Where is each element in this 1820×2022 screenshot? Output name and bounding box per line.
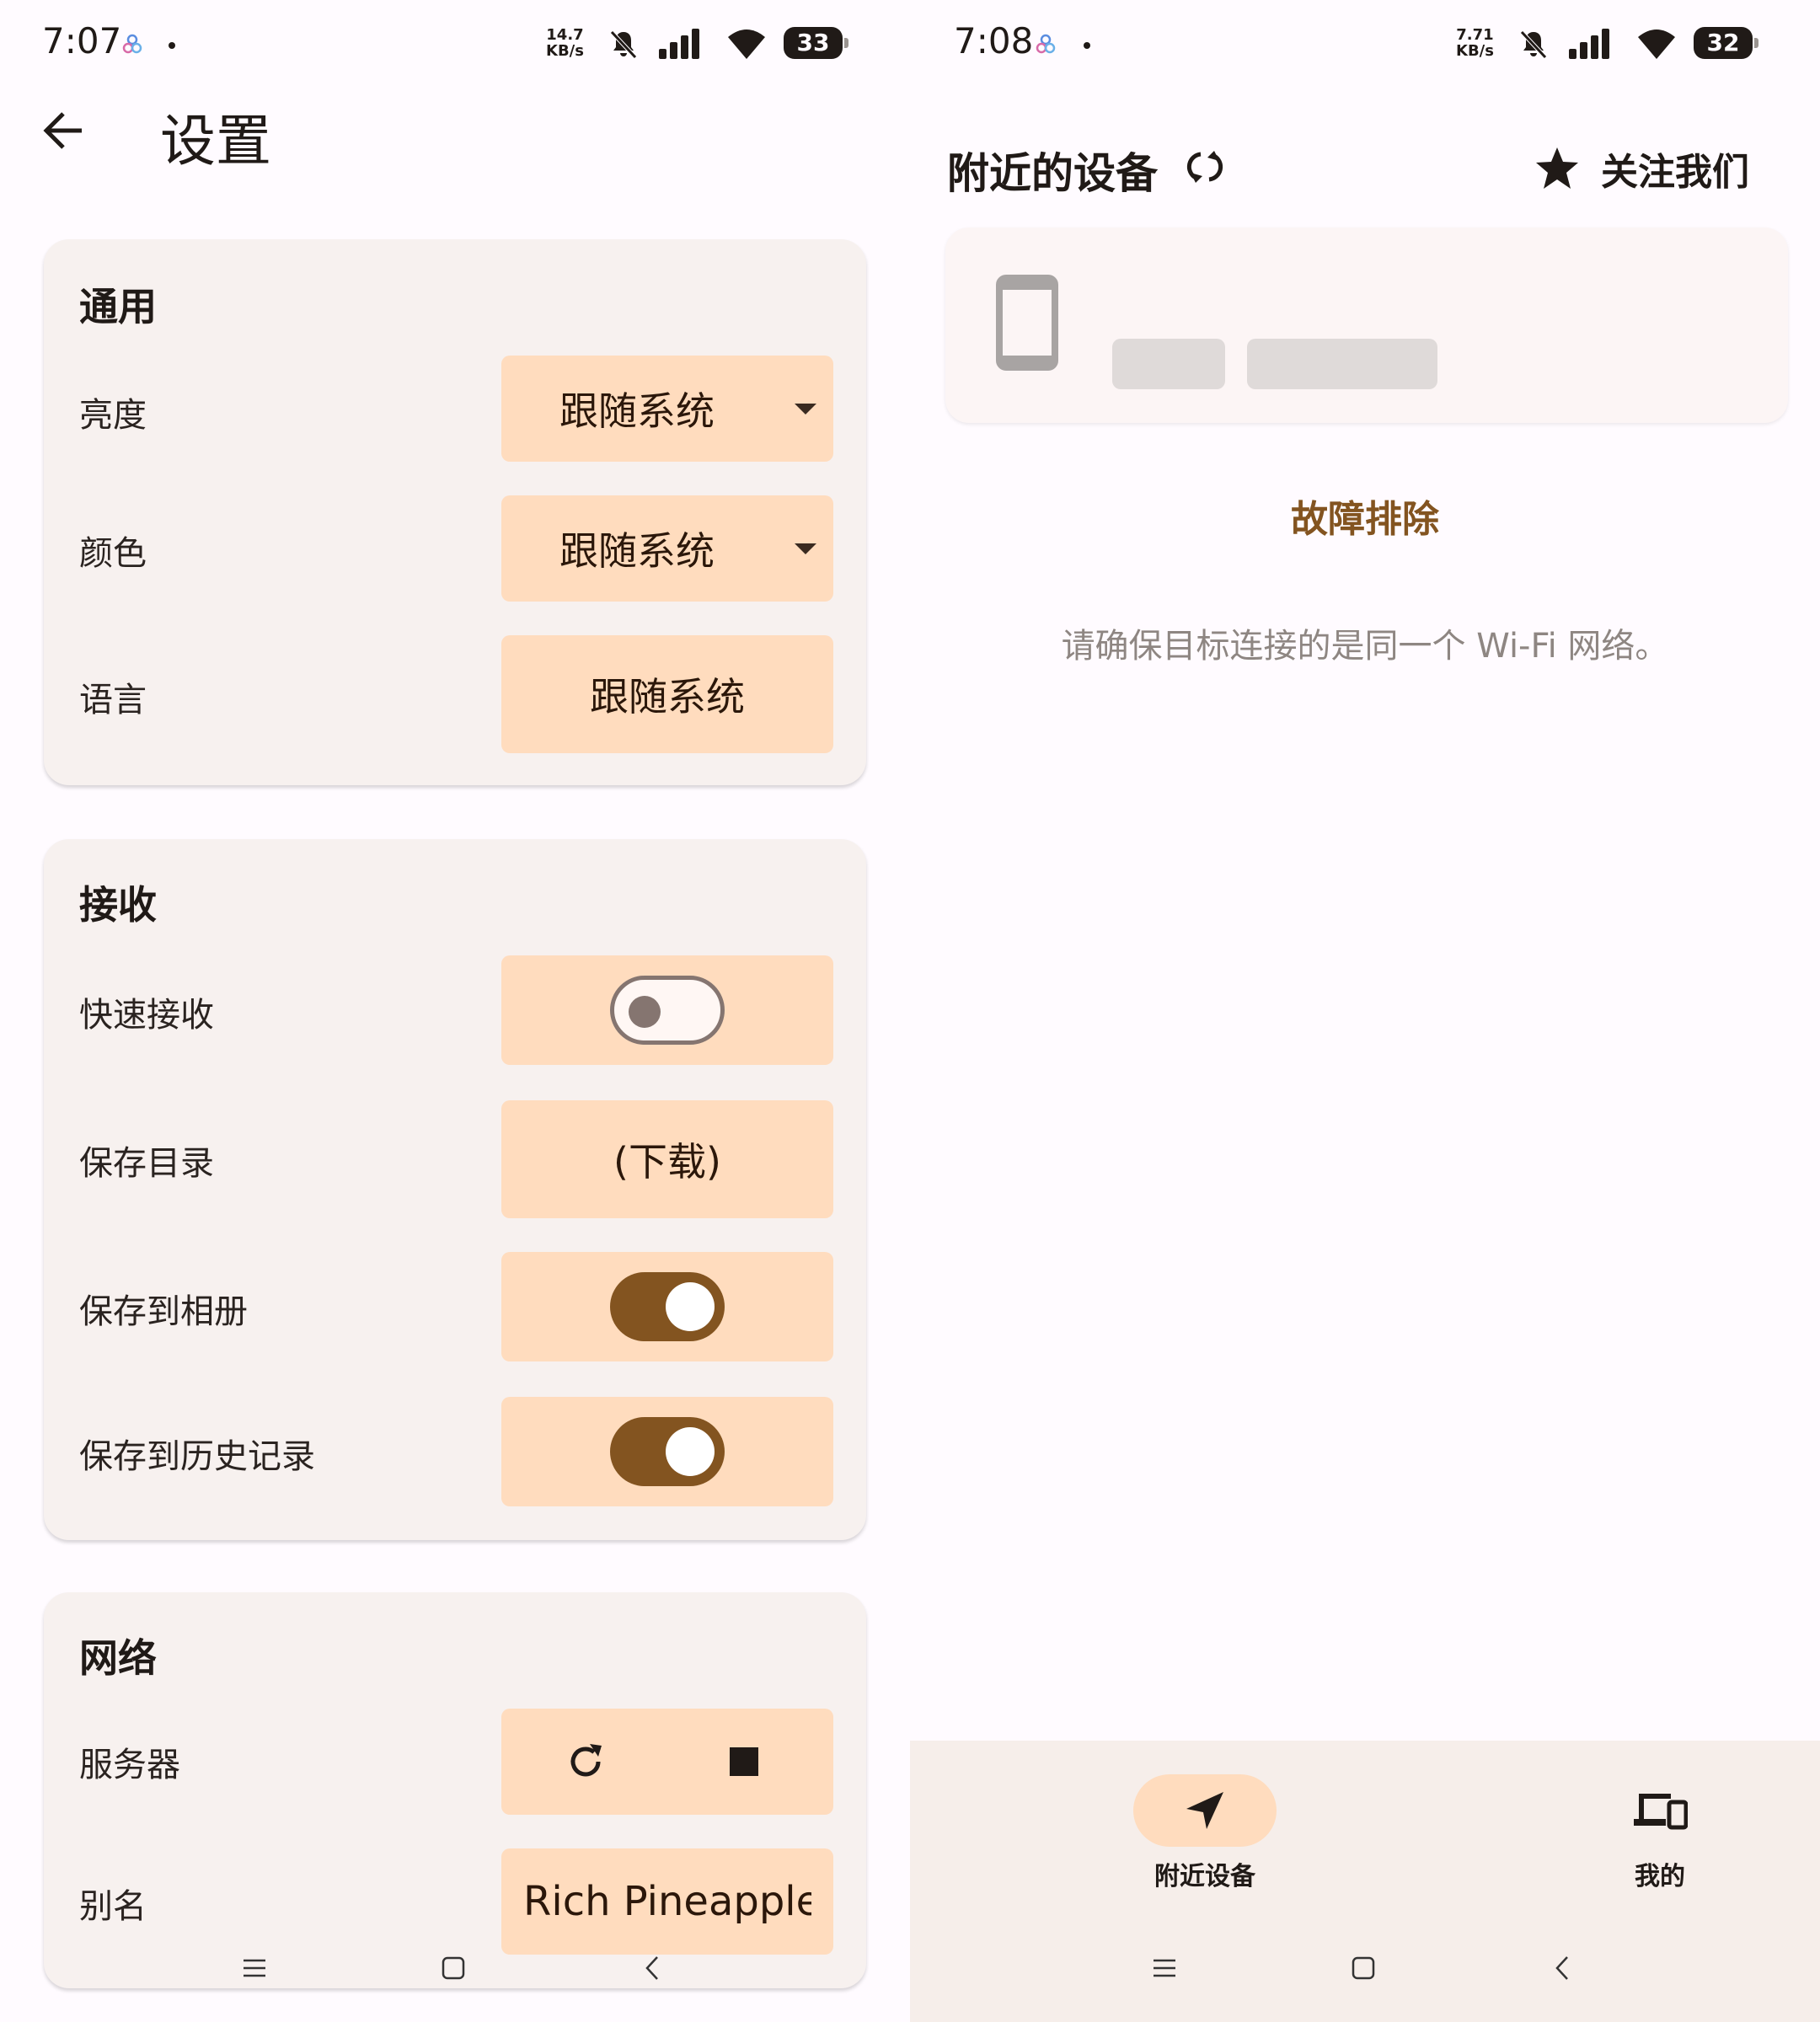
system-nav-bar bbox=[910, 1943, 1820, 1993]
nav-label-nearby: 附近设备 bbox=[1154, 1862, 1255, 1891]
server-label: 服务器 bbox=[79, 1746, 180, 1784]
toggle-knob bbox=[629, 996, 661, 1028]
nav-pill bbox=[1588, 1774, 1732, 1847]
quick-receive-label: 快速接收 bbox=[79, 996, 214, 1035]
signal-icon bbox=[1569, 29, 1609, 59]
toggle-knob bbox=[666, 1427, 715, 1476]
troubleshoot-button[interactable]: 故障排除 bbox=[910, 489, 1820, 543]
app-notification-icon bbox=[1036, 34, 1056, 54]
alias-label: 别名 bbox=[79, 1887, 147, 1926]
same-wifi-hint: 请确保目标连接的是同一个 Wi-Fi 网络。 bbox=[1061, 627, 1669, 666]
battery-indicator: 32 bbox=[1694, 27, 1758, 59]
save-history-control bbox=[501, 1397, 833, 1506]
save-dir-button[interactable]: (下载) bbox=[501, 1100, 833, 1218]
alias-field[interactable]: Rich Pineapple bbox=[501, 1848, 833, 1955]
navigation-arrow-icon bbox=[1186, 1792, 1223, 1829]
menu-icon bbox=[1154, 1959, 1175, 1977]
status-time: 7:07 bbox=[42, 20, 122, 62]
language-button[interactable]: 跟随系统 bbox=[501, 635, 833, 753]
language-value: 跟随系统 bbox=[590, 674, 745, 719]
home-square-icon bbox=[1352, 1956, 1375, 1980]
section-title-receive: 接收 bbox=[79, 882, 157, 928]
system-nav-bar bbox=[0, 1943, 910, 1993]
brightness-value: 跟随系统 bbox=[559, 388, 715, 434]
save-history-label: 保存到历史记录 bbox=[79, 1437, 315, 1476]
chevron-left-icon bbox=[1555, 1956, 1568, 1980]
nav-item-mine[interactable]: 我的 bbox=[1559, 1774, 1761, 1892]
menu-icon bbox=[244, 1959, 265, 1977]
network-speed: 7.71 KB/s bbox=[1456, 26, 1494, 60]
save-history-toggle[interactable] bbox=[610, 1417, 725, 1486]
skeleton-placeholder bbox=[1247, 339, 1437, 389]
save-album-label: 保存到相册 bbox=[79, 1292, 248, 1331]
device-placeholder-card bbox=[945, 227, 1788, 423]
system-home-button[interactable] bbox=[1338, 1943, 1389, 1993]
follow-us-label: 关注我们 bbox=[1601, 151, 1749, 194]
skeleton-placeholder bbox=[1112, 339, 1225, 389]
nav-label-mine: 我的 bbox=[1635, 1862, 1685, 1891]
section-title-network: 网络 bbox=[79, 1635, 157, 1681]
save-dir-label: 保存目录 bbox=[79, 1144, 214, 1183]
caret-down-icon bbox=[795, 543, 816, 554]
chevron-left-icon bbox=[645, 1956, 658, 1980]
notification-dot bbox=[1084, 42, 1090, 49]
system-menu-button[interactable] bbox=[1139, 1943, 1190, 1993]
settings-screen: 7:07 14.7 KB/s 33 设置 通用 亮度 跟随系统 颜色 跟随系统 … bbox=[0, 0, 910, 2022]
status-time: 7:08 bbox=[954, 20, 1034, 62]
language-label: 语言 bbox=[79, 681, 147, 719]
star-icon bbox=[1536, 147, 1578, 189]
devices-icon bbox=[1634, 1794, 1688, 1830]
arrow-left-icon bbox=[43, 112, 82, 149]
network-speed: 14.7 KB/s bbox=[546, 26, 584, 60]
refresh-icon bbox=[570, 1744, 602, 1777]
notification-dot bbox=[169, 42, 175, 49]
color-value: 跟随系统 bbox=[559, 528, 715, 574]
smartphone-icon bbox=[996, 275, 1058, 371]
network-section-card: 网络 服务器 别名 Rich Pineapple bbox=[44, 1592, 866, 1988]
server-restart-button[interactable] bbox=[560, 1736, 611, 1787]
receive-section-card: 接收 快速接收 保存目录 (下载) 保存到相册 保存到历史记录 bbox=[44, 839, 866, 1540]
stop-icon bbox=[730, 1747, 758, 1776]
general-section-card: 通用 亮度 跟随系统 颜色 跟随系统 语言 跟随系统 bbox=[44, 239, 866, 785]
save-dir-value: (下载) bbox=[613, 1139, 721, 1185]
brightness-label: 亮度 bbox=[79, 396, 147, 435]
bottom-navigation: 附近设备 我的 bbox=[910, 1741, 1820, 2022]
page-title: 附近的设备 bbox=[947, 149, 1158, 198]
page-title: 设置 bbox=[160, 109, 271, 174]
back-button[interactable] bbox=[34, 101, 93, 160]
server-stop-button[interactable] bbox=[719, 1736, 769, 1787]
system-back-button[interactable] bbox=[1537, 1943, 1587, 1993]
system-home-button[interactable] bbox=[428, 1943, 479, 1993]
follow-us-button[interactable]: 关注我们 bbox=[1534, 136, 1749, 201]
battery-indicator: 33 bbox=[784, 27, 848, 59]
sync-icon bbox=[1186, 151, 1223, 183]
color-dropdown[interactable]: 跟随系统 bbox=[501, 495, 833, 602]
mute-bell-icon bbox=[610, 30, 637, 59]
toggle-knob bbox=[666, 1282, 715, 1331]
alias-value: Rich Pineapple bbox=[523, 1878, 811, 1925]
scan-refresh-button[interactable] bbox=[1180, 140, 1230, 194]
system-menu-button[interactable] bbox=[229, 1943, 280, 1993]
section-title-general: 通用 bbox=[79, 284, 157, 329]
server-controls bbox=[501, 1709, 833, 1815]
app-notification-icon bbox=[122, 34, 142, 54]
status-bar: 7:07 14.7 KB/s 33 bbox=[0, 0, 910, 88]
nearby-devices-screen: 7:08 7.71 KB/s 32 附近的设备 关注我们 故障排除 请确保目标连… bbox=[910, 0, 1820, 2022]
brightness-dropdown[interactable]: 跟随系统 bbox=[501, 356, 833, 462]
mute-bell-icon bbox=[1520, 30, 1547, 59]
signal-icon bbox=[659, 29, 699, 59]
system-back-button[interactable] bbox=[627, 1943, 677, 1993]
home-square-icon bbox=[442, 1956, 465, 1980]
nav-pill-active bbox=[1133, 1774, 1277, 1847]
caret-down-icon bbox=[795, 404, 816, 415]
quick-receive-toggle[interactable] bbox=[610, 976, 725, 1045]
color-label: 颜色 bbox=[79, 534, 147, 573]
wifi-icon bbox=[728, 29, 765, 59]
quick-receive-control bbox=[501, 955, 833, 1065]
status-bar: 7:08 7.71 KB/s 32 bbox=[910, 0, 1820, 88]
save-album-control bbox=[501, 1252, 833, 1361]
nav-item-nearby[interactable]: 附近设备 bbox=[1104, 1774, 1306, 1892]
wifi-icon bbox=[1638, 29, 1675, 59]
save-album-toggle[interactable] bbox=[610, 1272, 725, 1341]
